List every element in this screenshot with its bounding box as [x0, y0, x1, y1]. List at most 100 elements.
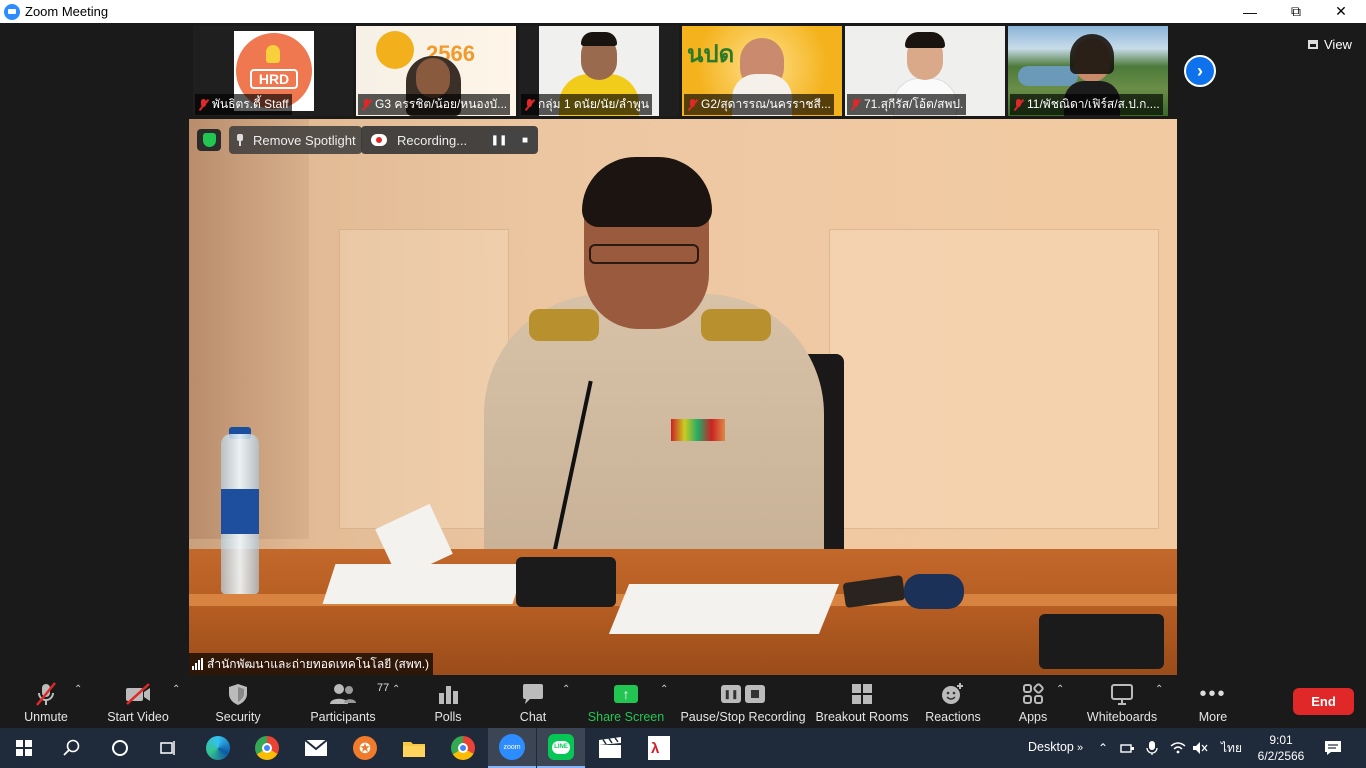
pause-stop-recording-button[interactable]: ❚❚ Pause/Stop Recording	[680, 675, 806, 728]
video-pouch	[904, 574, 964, 609]
cortana-icon[interactable]	[96, 728, 144, 768]
muted-mic-icon	[198, 98, 209, 111]
wifi-icon[interactable]	[1170, 728, 1186, 768]
video-options-caret-icon[interactable]: ⌃	[172, 684, 180, 695]
chrome-browser-icon[interactable]	[243, 728, 291, 768]
view-button-label: View	[1324, 36, 1352, 52]
thumbnail-name-label: กลุ่ม 1 ดนัย/นัย/ลำพูน	[521, 94, 653, 115]
volume-muted-icon[interactable]	[1192, 728, 1208, 768]
desktop-expand-icon[interactable]: »	[1077, 728, 1083, 768]
app-orange-icon[interactable]: ✪	[341, 728, 389, 768]
windows-taskbar: ✪ zoom LINE λ Desktop » ⌃ ไทย 9:01 6/2/2…	[0, 728, 1366, 768]
participant-thumbnail[interactable]: กลุ่ม 1 ดนัย/นัย/ลำพูน	[519, 26, 679, 116]
video-background-panel	[829, 229, 1159, 529]
next-page-arrow-icon[interactable]: ›	[1184, 55, 1216, 87]
apps-caret-icon[interactable]: ⌃	[1056, 684, 1064, 695]
search-icon[interactable]	[48, 728, 96, 768]
chat-caret-icon[interactable]: ⌃	[562, 684, 570, 695]
stop-recording-icon[interactable]: ■	[514, 130, 536, 150]
chrome-profile-icon[interactable]	[439, 728, 487, 768]
close-button[interactable]: ✕	[1318, 0, 1364, 23]
video-glasses	[589, 244, 699, 264]
share-screen-caret-icon[interactable]: ⌃	[660, 684, 668, 695]
reactions-smiley-icon	[941, 679, 965, 709]
title-bar: Zoom Meeting — ⧉ ✕	[0, 0, 1366, 23]
microphone-tray-icon[interactable]	[1146, 728, 1158, 768]
security-label: Security	[215, 710, 261, 724]
more-button[interactable]: ••• More	[1195, 675, 1231, 728]
muted-mic-icon	[1013, 98, 1024, 111]
thumbnail-name-label: 71.สุกีรัส/โอ้ต/สพป.	[847, 94, 967, 115]
thumbnail-strip: HRD พันธิตร.ตี้ Staff 2566 G3 ครรชิต/น้อ…	[193, 26, 1168, 116]
taskbar-clock[interactable]: 9:01 6/2/2566	[1254, 732, 1308, 764]
video-bottle-label	[221, 489, 259, 534]
zoom-taskbar-icon[interactable]: zoom	[488, 728, 536, 768]
muted-mic-icon	[687, 98, 698, 111]
input-language-indicator[interactable]: ไทย	[1221, 728, 1242, 768]
muted-microphone-icon	[33, 679, 59, 709]
desktop-toolbar-label[interactable]: Desktop	[1028, 740, 1074, 754]
spotlight-video[interactable]: Remove Spotlight Recording... ❚❚ ■ สำนัก…	[189, 119, 1177, 675]
participant-thumbnail[interactable]: HRD พันธิตร.ตี้ Staff	[193, 26, 353, 116]
participant-thumbnail[interactable]: 2566 G3 ครรชิต/น้อย/หนองบั...	[356, 26, 516, 116]
video-paper	[608, 584, 840, 634]
video-microphone-base	[1039, 614, 1164, 669]
file-explorer-icon[interactable]	[390, 728, 438, 768]
breakout-rooms-button[interactable]: Breakout Rooms	[815, 675, 909, 728]
pause-recording-icon[interactable]: ❚❚	[488, 130, 510, 150]
task-view-icon[interactable]	[144, 728, 192, 768]
show-hidden-icons-chevron-icon[interactable]: ⌃	[1098, 728, 1108, 768]
remove-spotlight-label: Remove Spotlight	[253, 132, 356, 148]
breakout-rooms-label: Breakout Rooms	[815, 710, 909, 724]
minimize-button[interactable]: —	[1227, 0, 1273, 23]
polls-button[interactable]: Polls	[430, 675, 466, 728]
encryption-shield-icon[interactable]	[197, 129, 221, 151]
edge-browser-icon[interactable]	[194, 728, 242, 768]
main-video-participant-name: สำนักพัฒนาและถ่ายทอดเทคโนโลยี (สพท.)	[207, 656, 430, 671]
mail-icon[interactable]	[292, 728, 340, 768]
more-dots-icon: •••	[1199, 682, 1227, 705]
chat-button[interactable]: Chat	[515, 675, 551, 728]
audio-options-caret-icon[interactable]: ⌃	[74, 684, 82, 695]
participants-button[interactable]: 77 Participants	[310, 675, 389, 728]
restore-button[interactable]: ⧉	[1273, 0, 1319, 23]
whiteboards-button[interactable]: Whiteboards	[1086, 675, 1158, 728]
clock-date: 6/2/2566	[1257, 749, 1305, 763]
zoom-app-icon	[4, 3, 20, 20]
chat-label: Chat	[519, 710, 547, 724]
notifications-icon[interactable]	[1324, 728, 1342, 768]
participant-thumbnail[interactable]: 71.สุกีรัส/โอ้ต/สพป.	[845, 26, 1005, 116]
security-button[interactable]: Security	[212, 675, 264, 728]
reactions-button[interactable]: Reactions	[924, 675, 982, 728]
share-screen-button[interactable]: ↑ Share Screen	[588, 675, 664, 728]
unmute-button[interactable]: Unmute	[20, 675, 72, 728]
meeting-toolbar: Unmute ⌃ Start Video ⌃ Security 77 Parti…	[0, 675, 1366, 728]
unmute-label: Unmute	[24, 710, 68, 724]
muted-mic-icon	[850, 98, 861, 111]
remove-spotlight-button[interactable]: Remove Spotlight	[229, 126, 362, 154]
end-meeting-button[interactable]: End	[1293, 688, 1354, 715]
view-button[interactable]: View	[1302, 33, 1358, 55]
participant-thumbnail[interactable]: 11/พัชณิดา/เฟิร์ส/ส.ป.ก....	[1008, 26, 1168, 116]
video-ribbons	[671, 419, 725, 441]
apps-button[interactable]: Apps	[1014, 675, 1052, 728]
whiteboards-caret-icon[interactable]: ⌃	[1155, 684, 1163, 695]
participant-thumbnail[interactable]: นปด G2/สุดารรณ/นครราชสี...	[682, 26, 842, 116]
breakout-rooms-icon	[851, 679, 873, 709]
pin-icon	[235, 134, 245, 146]
security-shield-icon	[227, 679, 249, 709]
thumbnail-name-label: G2/สุดารรณ/นครราชสี...	[684, 94, 834, 115]
participants-label: Participants	[310, 710, 376, 724]
clapperboard-icon[interactable]	[586, 728, 634, 768]
network-icon[interactable]	[1120, 728, 1136, 768]
line-app-icon[interactable]: LINE	[537, 728, 585, 768]
cloud-recording-icon	[371, 134, 387, 146]
participants-caret-icon[interactable]: ⌃	[392, 684, 400, 695]
pdf-reader-icon[interactable]: λ	[635, 728, 683, 768]
video-person-hair	[582, 157, 712, 227]
windows-start-icon[interactable]	[0, 728, 48, 768]
start-video-button[interactable]: Start Video	[106, 675, 170, 728]
window-title: Zoom Meeting	[25, 4, 109, 19]
clock-time: 9:01	[1269, 733, 1293, 747]
more-label: More	[1198, 710, 1228, 724]
